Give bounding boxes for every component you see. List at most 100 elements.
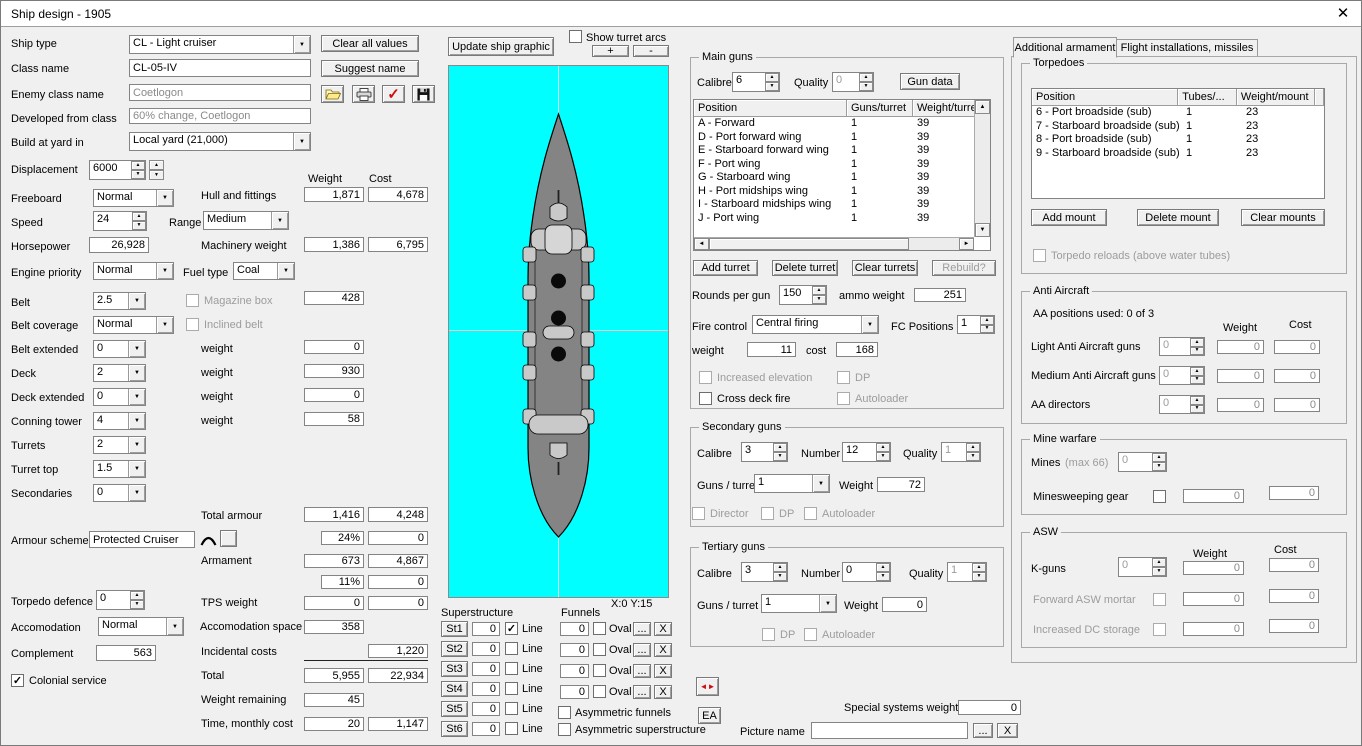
up-arrow-icon[interactable]: ▲: [859, 73, 873, 82]
chevron-down-icon[interactable]: ▼: [156, 263, 173, 279]
st5-value[interactable]: 0: [472, 702, 500, 716]
belt-combo[interactable]: 2.5▼: [93, 292, 146, 310]
chevron-down-icon[interactable]: ▼: [271, 212, 288, 229]
down-arrow-icon[interactable]: ▼: [130, 600, 144, 609]
down-arrow-icon[interactable]: ▼: [149, 170, 164, 180]
displacement-stepper[interactable]: 6000 ▲▼: [89, 160, 146, 180]
chevron-down-icon[interactable]: ▼: [156, 317, 173, 333]
down-arrow-icon[interactable]: ▼: [773, 572, 787, 581]
torpedo-defence-stepper[interactable]: 0 ▲▼: [96, 590, 145, 610]
down-arrow-icon[interactable]: ▼: [131, 170, 145, 179]
torpedo-row[interactable]: 8 - Port broadside (sub)123: [1032, 133, 1324, 147]
main-calibre-stepper[interactable]: 6 ▲▼: [732, 72, 780, 92]
fc-positions-stepper[interactable]: 1 ▲▼: [957, 315, 995, 334]
up-arrow-icon[interactable]: ▲: [130, 591, 144, 600]
up-arrow-icon[interactable]: ▲: [972, 563, 986, 572]
funnel4-value[interactable]: 0: [560, 685, 589, 699]
chevron-down-icon[interactable]: ▼: [156, 190, 173, 206]
chevron-down-icon[interactable]: ▼: [128, 437, 145, 453]
gun-data-button[interactable]: Gun data: [900, 73, 960, 90]
up-arrow-icon[interactable]: ▲: [1190, 396, 1204, 405]
picture-name-input[interactable]: [811, 722, 968, 739]
deck-extended-combo[interactable]: 0▼: [93, 388, 146, 406]
funnel4-more-button[interactable]: ...: [633, 685, 651, 699]
up-arrow-icon[interactable]: ▲: [773, 563, 787, 572]
st3-line-checkbox[interactable]: [505, 662, 518, 675]
zoom-out-button[interactable]: -: [633, 45, 669, 57]
chevron-down-icon[interactable]: ▼: [277, 263, 294, 279]
fire-control-combo[interactable]: Central firing▼: [752, 315, 879, 334]
cross-deck-fire-checkbox[interactable]: [699, 392, 712, 405]
asymmetric-funnels-checkbox[interactable]: [558, 706, 571, 719]
torpedo-row[interactable]: 7 - Starboard broadside (sub)123: [1032, 120, 1324, 134]
st5-button[interactable]: St5: [441, 701, 468, 717]
st6-value[interactable]: 0: [472, 722, 500, 736]
kguns-stepper[interactable]: 0 ▲▼: [1118, 557, 1167, 577]
down-arrow-icon[interactable]: ▼: [876, 452, 890, 461]
chevron-down-icon[interactable]: ▼: [166, 618, 183, 635]
up-arrow-icon[interactable]: ▲: [132, 212, 146, 221]
close-icon[interactable]: ✕: [1333, 4, 1353, 24]
light-aa-stepper[interactable]: 0 ▲▼: [1159, 337, 1205, 356]
print-button[interactable]: [352, 85, 375, 103]
funnel2-value[interactable]: 0: [560, 643, 589, 657]
mines-stepper[interactable]: 0 ▲▼: [1118, 452, 1167, 472]
chevron-down-icon[interactable]: ▼: [812, 475, 829, 492]
ship-graphic-canvas[interactable]: [448, 65, 669, 598]
funnel1-value[interactable]: 0: [560, 622, 589, 636]
st1-value[interactable]: 0: [472, 622, 500, 636]
st2-value[interactable]: 0: [472, 642, 500, 656]
ter-quality-stepper[interactable]: 1 ▲▼: [947, 562, 987, 582]
down-arrow-icon[interactable]: ▼: [773, 452, 787, 461]
deck-combo[interactable]: 2▼: [93, 364, 146, 382]
main-gun-row[interactable]: D - Port forward wing139: [694, 131, 990, 145]
col-position[interactable]: Position: [694, 100, 847, 117]
clear-all-values-button[interactable]: Clear all values: [321, 35, 419, 52]
st4-line-checkbox[interactable]: [505, 682, 518, 695]
chevron-down-icon[interactable]: ▼: [128, 413, 145, 429]
funnel3-oval-checkbox[interactable]: [593, 664, 606, 677]
tab-flight-installations[interactable]: Flight installations, missiles: [1116, 39, 1258, 56]
clear-turrets-button[interactable]: Clear turrets: [852, 260, 918, 276]
engine-priority-combo[interactable]: Normal▼: [93, 262, 174, 280]
up-arrow-icon[interactable]: ▲: [980, 316, 994, 325]
belt-extended-combo[interactable]: 0▼: [93, 340, 146, 358]
belt-coverage-combo[interactable]: Normal▼: [93, 316, 174, 334]
picture-clear-button[interactable]: X: [997, 723, 1018, 738]
build-yard-combo[interactable]: Local yard (21,000) ▼: [129, 132, 311, 151]
funnel1-more-button[interactable]: ...: [633, 622, 651, 636]
turrets-combo[interactable]: 2▼: [93, 436, 146, 454]
accomodation-combo[interactable]: Normal▼: [98, 617, 184, 636]
funnel1-oval-checkbox[interactable]: [593, 622, 606, 635]
st4-button[interactable]: St4: [441, 681, 468, 697]
up-arrow-icon[interactable]: ▲: [812, 286, 826, 295]
main-gun-row[interactable]: F - Port wing139: [694, 158, 990, 172]
scroll-right-icon[interactable]: ►: [959, 238, 974, 250]
speed-stepper[interactable]: 24 ▲▼: [93, 211, 147, 231]
down-arrow-icon[interactable]: ▼: [876, 572, 890, 581]
st5-line-checkbox[interactable]: [505, 702, 518, 715]
funnel2-delete-button[interactable]: X: [654, 643, 672, 657]
funnel3-more-button[interactable]: ...: [633, 664, 651, 678]
ship-type-combo[interactable]: CL - Light cruiser ▼: [129, 35, 311, 54]
main-guns-hscrollbar[interactable]: ◄ ►: [694, 237, 974, 250]
down-arrow-icon[interactable]: ▼: [765, 82, 779, 91]
chevron-down-icon[interactable]: ▼: [128, 293, 145, 309]
col-position[interactable]: Position: [1032, 89, 1178, 106]
scroll-up-icon[interactable]: ▲: [975, 100, 990, 114]
tab-additional-armament[interactable]: Additional armament: [1013, 37, 1117, 58]
st1-button[interactable]: St1: [441, 621, 468, 637]
chevron-down-icon[interactable]: ▼: [861, 316, 878, 333]
torpedo-row[interactable]: 6 - Port broadside (sub)123: [1032, 106, 1324, 120]
delete-turret-button[interactable]: Delete turret: [772, 260, 838, 276]
up-arrow-icon[interactable]: ▲: [876, 563, 890, 572]
armour-scheme-picker-button[interactable]: [220, 530, 237, 547]
add-turret-button[interactable]: Add turret: [693, 260, 758, 276]
col-tubes[interactable]: Tubes/...: [1178, 89, 1237, 106]
down-arrow-icon[interactable]: ▼: [1190, 405, 1204, 414]
main-gun-row[interactable]: J - Port wing139: [694, 212, 990, 226]
freeboard-combo[interactable]: Normal▼: [93, 189, 174, 207]
update-ship-graphic-button[interactable]: Update ship graphic: [448, 37, 554, 56]
col-guns-turret[interactable]: Guns/turret: [847, 100, 913, 117]
down-arrow-icon[interactable]: ▼: [1152, 462, 1166, 471]
